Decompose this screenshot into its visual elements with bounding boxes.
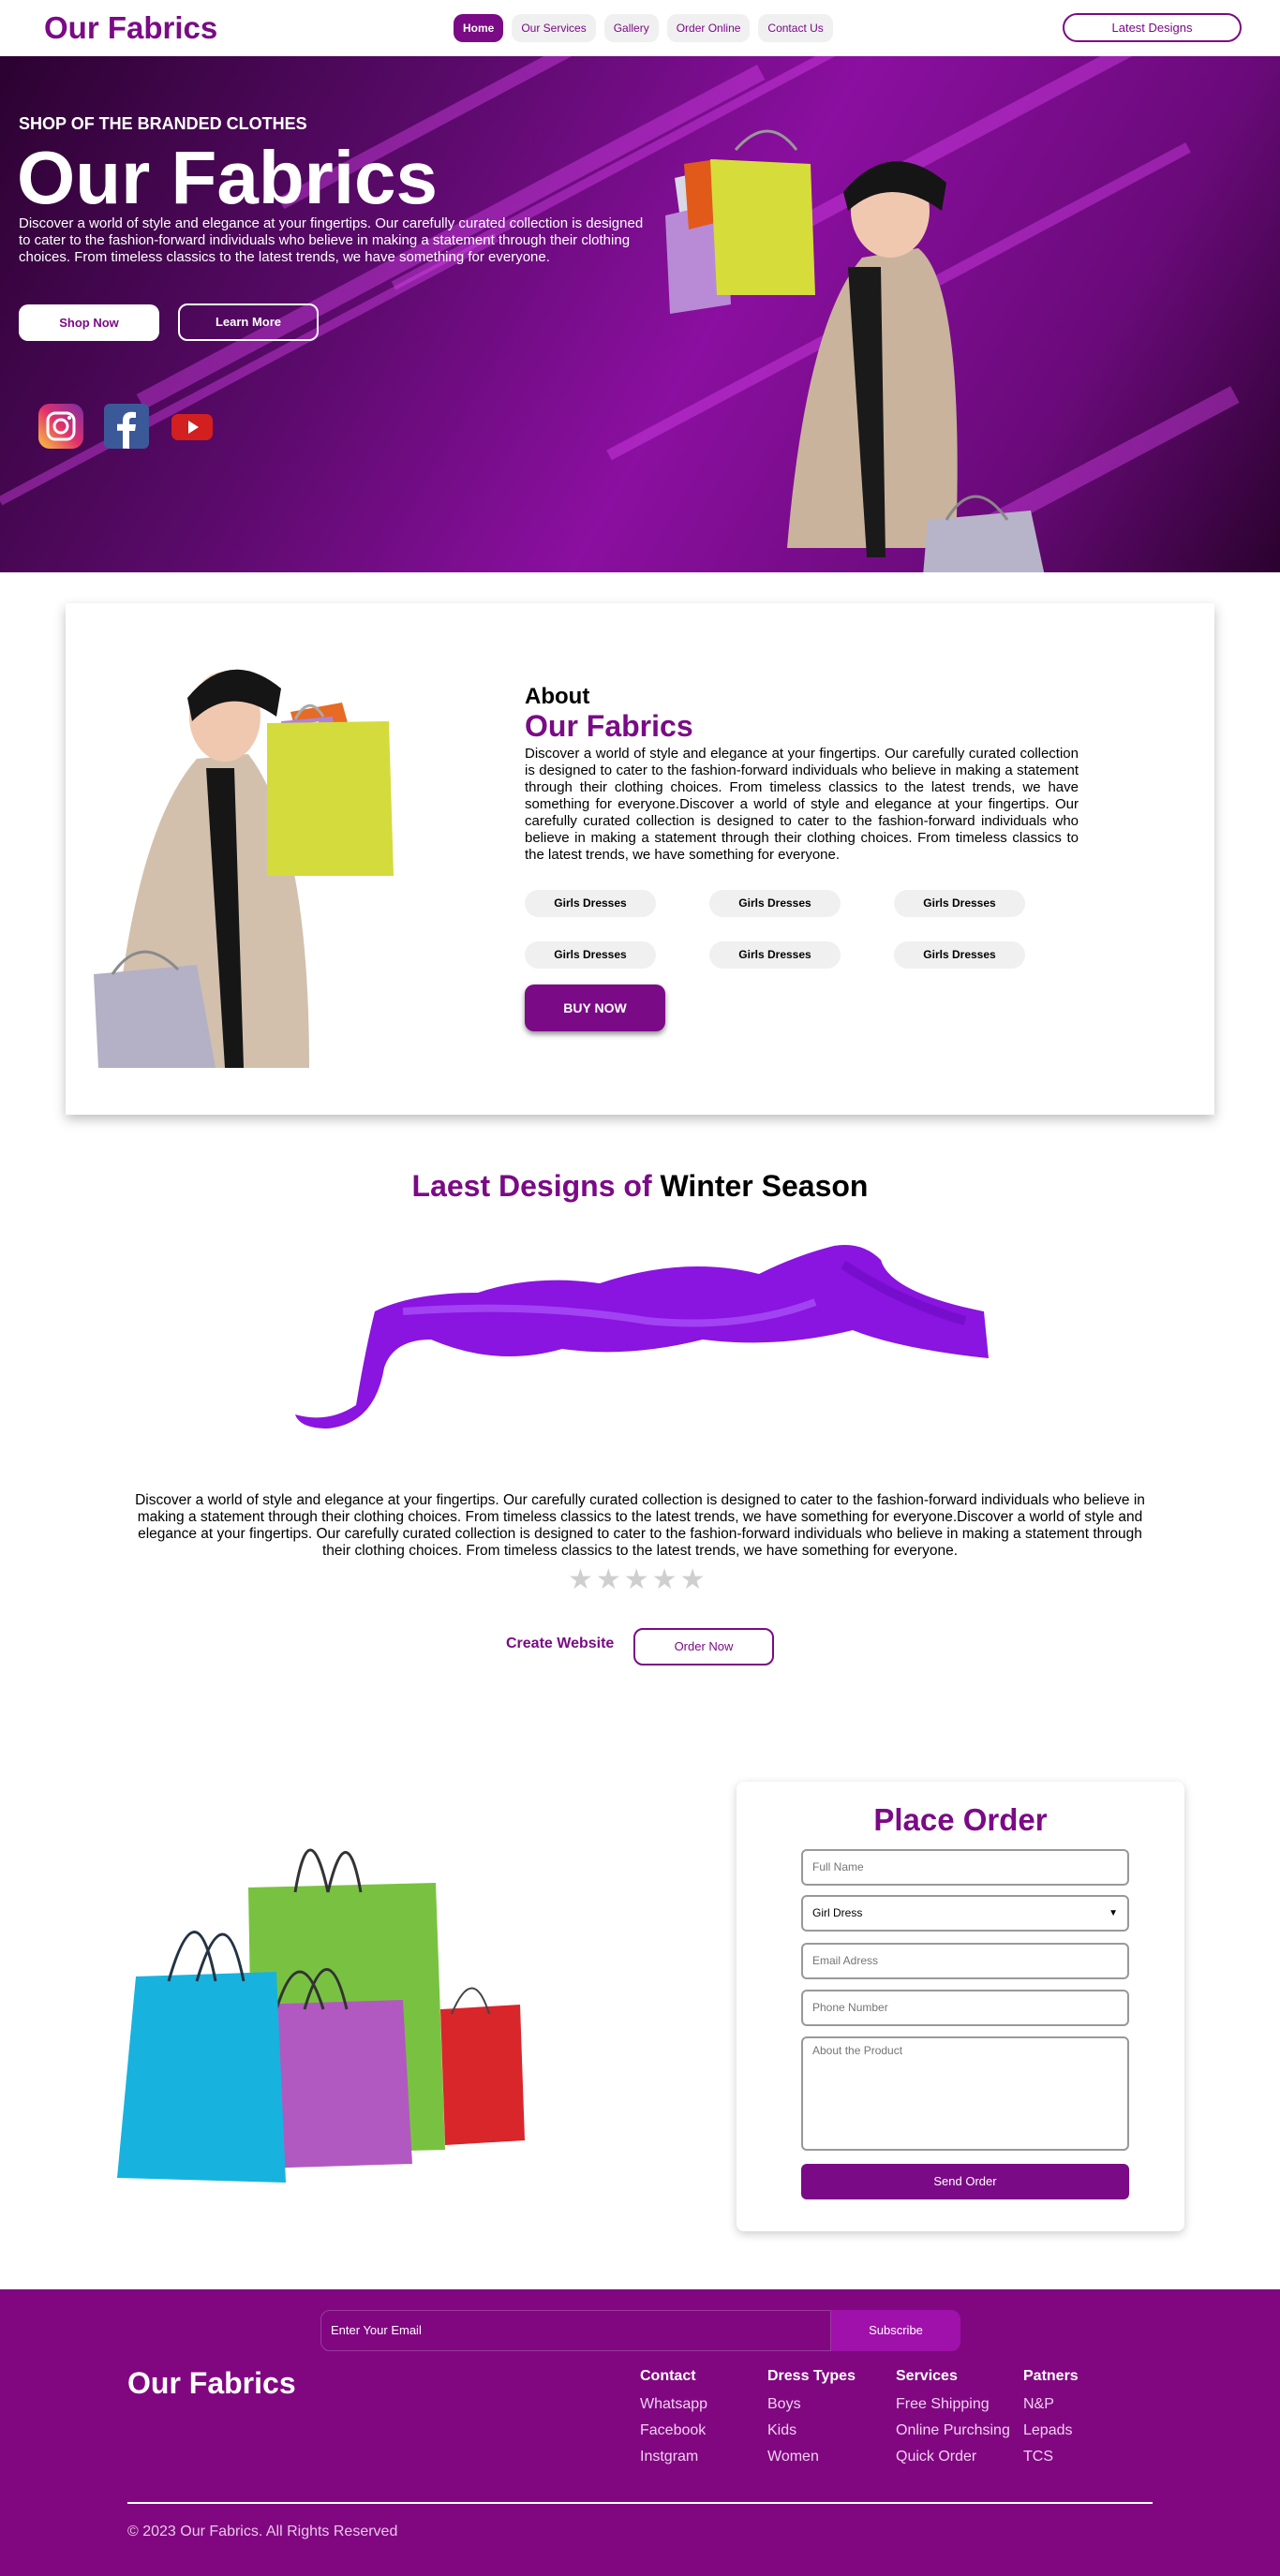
subscribe-button[interactable]: Subscribe	[831, 2310, 960, 2351]
footer-link-tcs[interactable]: TCS	[1023, 2444, 1079, 2470]
tag-girls-dresses[interactable]: Girls Dresses	[709, 890, 841, 917]
footer-logo: Our Fabrics	[127, 2366, 296, 2400]
footer-col-title: Services	[896, 2368, 958, 2384]
buy-now-button[interactable]: BUY NOW	[525, 985, 665, 1031]
copyright-text: © 2023 Our Fabrics. All Rights Reserved	[127, 2524, 398, 2539]
email-input[interactable]: Email Adress	[801, 1943, 1129, 1979]
shopping-bags-image	[117, 1848, 525, 2183]
footer-divider	[127, 2502, 1153, 2504]
create-website-link[interactable]: Create Website	[506, 1636, 614, 1652]
footer-link-facebook[interactable]: Facebook	[640, 2418, 707, 2444]
nav-links: Home Our Services Gallery Order Online C…	[454, 14, 833, 42]
order-title: Place Order	[873, 1802, 1048, 1837]
youtube-icon[interactable]	[169, 403, 216, 450]
footer-link-np[interactable]: N&P	[1023, 2391, 1079, 2418]
about-description: Discover a world of style and elegance a…	[525, 746, 1079, 863]
instagram-icon[interactable]	[37, 403, 84, 450]
footer-col-title: Contact	[640, 2368, 696, 2384]
winter-title: Laest Designs of Winter Season	[0, 1169, 1280, 1204]
hero-stripe	[0, 232, 499, 506]
nav-home[interactable]: Home	[454, 14, 504, 42]
winter-title-main: Winter Season	[660, 1169, 869, 1203]
dress-type-select[interactable]: Girl Dress ▼	[801, 1895, 1129, 1932]
phone-input[interactable]: Phone Number	[801, 1990, 1129, 2026]
tag-girls-dresses[interactable]: Girls Dresses	[525, 941, 656, 969]
hero-description: Discover a world of style and elegance a…	[19, 215, 644, 265]
woman-shopping-image	[94, 669, 394, 1068]
hero-title: Our Fabrics	[17, 136, 439, 219]
send-order-button[interactable]: Send Order	[801, 2164, 1129, 2199]
footer-link-quick-order[interactable]: Quick Order	[896, 2444, 1010, 2470]
hero-section: SHOP OF THE BRANDED CLOTHES Our Fabrics …	[0, 56, 1280, 572]
footer-col-title: Patners	[1023, 2368, 1079, 2384]
footer-col-contact: Contact Whatsapp Facebook Instgram	[640, 2368, 707, 2470]
tag-girls-dresses[interactable]: Girls Dresses	[525, 890, 656, 917]
hero-subtitle: SHOP OF THE BRANDED CLOTHES	[19, 114, 307, 133]
footer-col-title: Dress Types	[767, 2368, 856, 2384]
woman-with-bags-image	[665, 129, 1045, 572]
learn-more-button[interactable]: Learn More	[178, 303, 319, 341]
site-logo[interactable]: Our Fabrics	[44, 10, 217, 46]
product-textarea[interactable]: About the Product	[801, 2036, 1129, 2151]
shop-now-button[interactable]: Shop Now	[19, 304, 159, 341]
footer-link-online-purchsing[interactable]: Online Purchsing	[896, 2418, 1010, 2444]
latest-designs-button[interactable]: Latest Designs	[1063, 13, 1242, 42]
nav-our-services[interactable]: Our Services	[512, 14, 596, 42]
footer-link-women[interactable]: Women	[767, 2444, 856, 2470]
tag-girls-dresses[interactable]: Girls Dresses	[894, 941, 1025, 969]
nav-order-online[interactable]: Order Online	[666, 14, 751, 42]
tag-girls-dresses[interactable]: Girls Dresses	[709, 941, 841, 969]
about-heading: About	[525, 684, 590, 709]
footer-link-whatsapp[interactable]: Whatsapp	[640, 2391, 707, 2418]
about-title: Our Fabrics	[525, 709, 693, 743]
tag-girls-dresses[interactable]: Girls Dresses	[894, 890, 1025, 917]
facebook-icon[interactable]	[103, 403, 150, 450]
dress-type-value: Girl Dress	[812, 1906, 863, 1919]
footer-link-lepads[interactable]: Lepads	[1023, 2418, 1079, 2444]
nav-contact-us[interactable]: Contact Us	[758, 14, 833, 42]
rating-stars[interactable]: ★★★★★	[568, 1563, 707, 1596]
nav-gallery[interactable]: Gallery	[603, 14, 659, 42]
chevron-down-icon: ▼	[1109, 1908, 1118, 1918]
footer-link-boys[interactable]: Boys	[767, 2391, 856, 2418]
footer-col-services: Services Free Shipping Online Purchsing …	[896, 2368, 1010, 2470]
newsletter-email-input[interactable]: Enter Your Email	[320, 2310, 831, 2351]
full-name-input[interactable]: Full Name	[801, 1849, 1129, 1886]
navbar: Our Fabrics Home Our Services Gallery Or…	[0, 0, 1280, 56]
footer-link-free-shipping[interactable]: Free Shipping	[896, 2391, 1010, 2418]
footer-col-patners: Patners N&P Lepads TCS	[1023, 2368, 1079, 2470]
footer-col-dress-types: Dress Types Boys Kids Women	[767, 2368, 856, 2470]
winter-title-accent: Laest Designs of	[411, 1169, 652, 1203]
footer-link-kids[interactable]: Kids	[767, 2418, 856, 2444]
purple-fabric-image	[295, 1245, 989, 1429]
order-now-button[interactable]: Order Now	[633, 1628, 774, 1666]
footer-link-instgram[interactable]: Instgram	[640, 2444, 707, 2470]
winter-description: Discover a world of style and elegance a…	[135, 1492, 1145, 1559]
